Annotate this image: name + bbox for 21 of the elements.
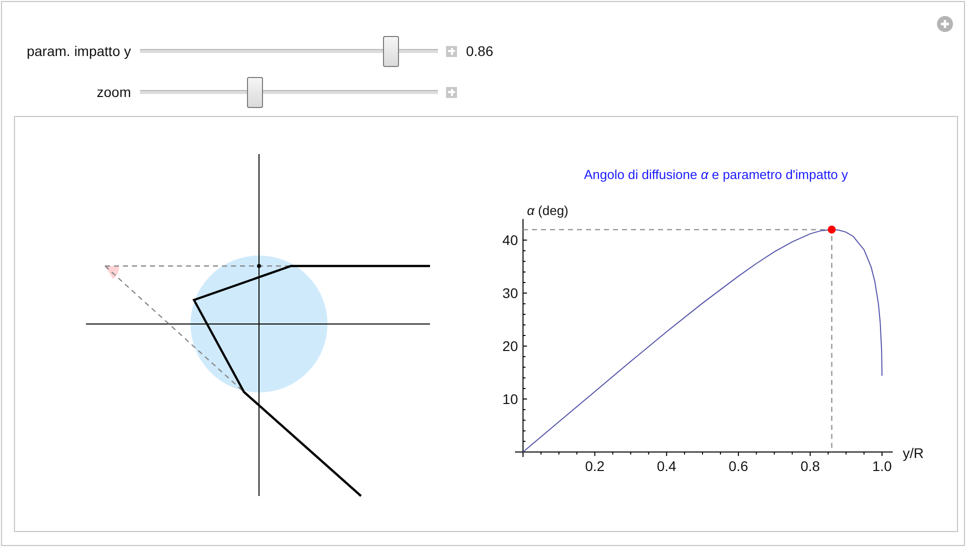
x-tick-label: 0.8 [800,458,820,474]
slider-thumb[interactable] [247,76,264,108]
slider-label: param. impatto y [26,43,131,59]
x-tick-label: 0.6 [728,458,748,474]
slider-value: 0.86 [466,43,494,59]
x-tick-label: 0.4 [656,458,676,474]
x-axis-label: y/R [902,445,924,461]
y-axis-label: α (deg) [527,203,570,218]
slider-thumb[interactable] [382,36,399,66]
y-tick-label: 20 [502,338,518,354]
x-tick-label: 0.2 [585,458,605,474]
y-tick-label: 40 [502,232,518,248]
slider-label: zoom [96,84,131,100]
y-tick-label: 10 [502,391,518,408]
chart-title: Angolo di diffusione α e parametro d'impatto y [584,167,848,182]
y-tick-label: 30 [502,285,518,302]
marker-point [828,226,836,234]
plus-circle-icon[interactable] [937,16,953,32]
plus-icon[interactable] [446,86,457,98]
plus-icon[interactable] [446,46,457,56]
x-tick-label: 1.0 [872,458,892,474]
